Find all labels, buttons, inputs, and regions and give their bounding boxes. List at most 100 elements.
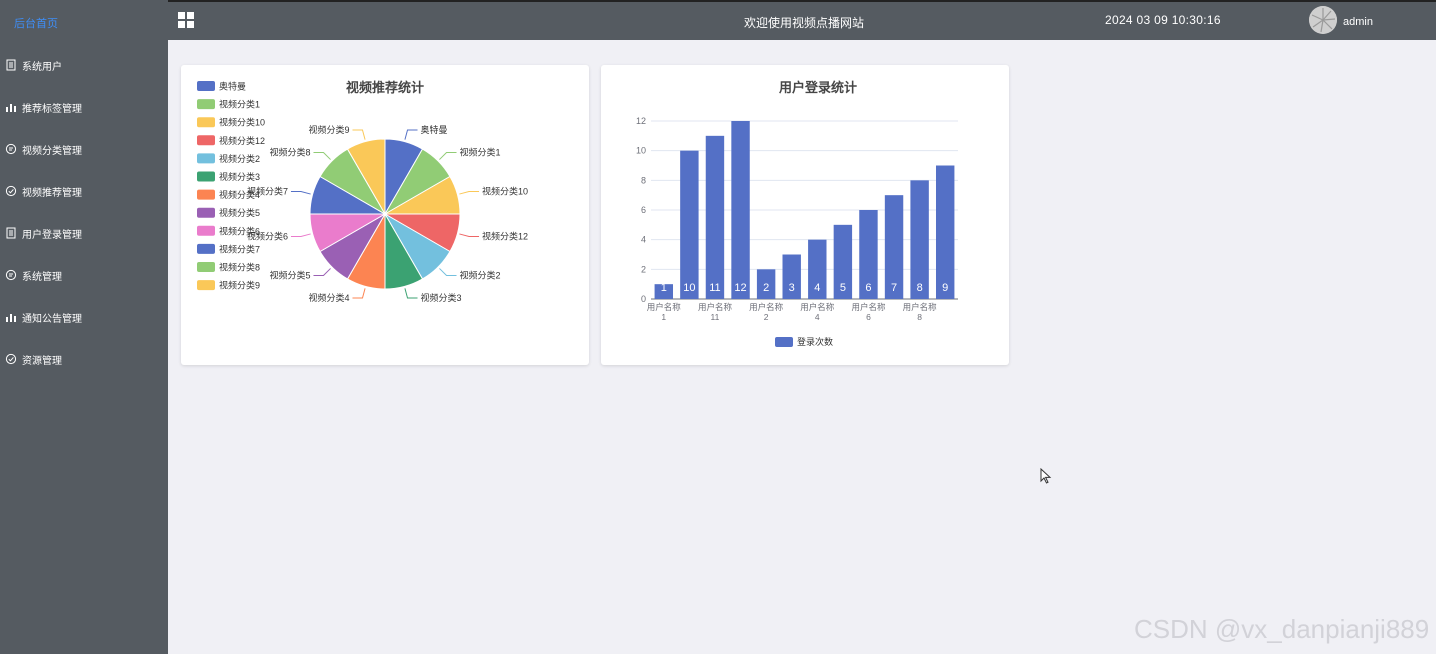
watermark: CSDN @vx_danpianji889: [1134, 614, 1430, 644]
legend-swatch[interactable]: [197, 81, 215, 91]
bar-value-label: 5: [840, 282, 846, 294]
chat-icon: [4, 268, 18, 282]
legend-label[interactable]: 奥特曼: [219, 81, 246, 92]
user-login-chart-card: 用户登录统计 0 2 4 6 8 10 12 1 10 11 12 2 3 4 5 6 7 8 9 用户名称 1 用户名称 1…: [601, 65, 1009, 365]
sidebar-item-4[interactable]: 视频推荐管理: [0, 170, 168, 212]
legend-swatch[interactable]: [197, 225, 215, 236]
y-tick-label: 8: [641, 175, 646, 185]
sidebar-item-label: 推荐标签管理: [22, 103, 82, 115]
x-tick-label: 用户名称: [851, 302, 886, 312]
bar[interactable]: [680, 150, 699, 299]
pie-label-line: [290, 190, 311, 195]
sidebar-menu: 系统用户推荐标签管理 视频分类管理 视频推荐管理用户登录管理系统管理通知公告管理资源…: [0, 44, 168, 380]
x-tick-label: 用户名称: [647, 302, 682, 312]
sidebar-item-3[interactable]: 视频分类管理: [0, 128, 168, 170]
pie-slice-label: 视频分类4: [308, 292, 349, 303]
sidebar-item-1[interactable]: 系统用户: [0, 44, 168, 86]
pie-label-line: [352, 288, 366, 299]
pie-slice-label: 视频分类7: [247, 185, 288, 196]
legend-label[interactable]: 视频分类7: [219, 243, 260, 254]
legend-label[interactable]: 视频分类10: [219, 117, 265, 128]
y-tick-label: 0: [641, 294, 646, 304]
legend-swatch[interactable]: [197, 153, 215, 164]
bar-chart-icon: [4, 310, 18, 324]
avatar[interactable]: [1309, 6, 1337, 34]
legend-label[interactable]: 视频分类9: [219, 280, 260, 291]
pie-label-line: [459, 190, 480, 195]
pie-label-line: [404, 129, 418, 140]
grid-menu-icon[interactable]: [178, 12, 194, 28]
mouse-cursor-icon: [1040, 468, 1052, 484]
pie-chart-title: 视频推荐统计: [346, 80, 424, 95]
bar-chart-title: 用户登录统计: [778, 80, 857, 95]
sidebar-item-label: 系统管理: [22, 271, 62, 283]
check-circle-icon: [4, 184, 18, 198]
pie-label-line: [439, 268, 457, 277]
bar-value-label: 12: [734, 282, 746, 294]
y-tick-label: 2: [641, 264, 646, 274]
pie-slice-label: 视频分类8: [269, 146, 310, 157]
legend-swatch[interactable]: [197, 243, 215, 254]
sidebar-item-5[interactable]: 用户登录管理: [0, 212, 168, 254]
legend-label[interactable]: 视频分类3: [219, 171, 260, 182]
bar-value-label: 2: [763, 282, 769, 294]
sidebar-item-7[interactable]: 通知公告管理: [0, 296, 168, 338]
legend-swatch[interactable]: [197, 99, 215, 110]
pie-slice-label: 视频分类10: [482, 185, 528, 196]
legend-label[interactable]: 视频分类12: [219, 135, 265, 146]
video-recommend-chart-card: 视频推荐统计 奥特曼 视频分类1 视频分类10 视频分类12 视频分类2 视频分类3 视频分类…: [181, 65, 589, 365]
sidebar: 后台首页 系统用户推荐标签管理 视频分类管理 视频推荐管理用户登录管理系统管理通知公…: [0, 0, 168, 654]
sidebar-item-2[interactable]: 推荐标签管理: [0, 86, 168, 128]
legend-label[interactable]: 视频分类1: [219, 99, 260, 110]
bar-chart-icon: [4, 100, 18, 114]
bar-value-label: 1: [661, 282, 667, 294]
x-tick-label-line2: 6: [866, 312, 871, 322]
pie-label-line: [352, 129, 366, 140]
bar[interactable]: [935, 165, 955, 300]
legend-swatch[interactable]: [197, 280, 215, 291]
bar-value-label: 7: [891, 282, 897, 294]
x-tick-label: 用户名称: [800, 302, 835, 312]
pie-label-line: [290, 233, 311, 238]
pie-label-line: [459, 233, 480, 238]
bar-value-label: 6: [865, 282, 871, 294]
bar-value-label: 9: [942, 282, 948, 294]
y-tick-label: 6: [641, 205, 646, 215]
username[interactable]: admin: [1343, 16, 1373, 28]
current-datetime: 2024 03 09 10:30:16: [1105, 13, 1221, 27]
bar-value-label: 8: [917, 282, 923, 294]
bar[interactable]: [705, 135, 725, 299]
bar-legend-label[interactable]: 登录次数: [797, 336, 833, 347]
legend-swatch[interactable]: [197, 207, 215, 218]
legend-label[interactable]: 视频分类2: [219, 153, 260, 164]
pie-slice-label: 视频分类12: [482, 231, 528, 242]
x-tick-label-line2: 4: [815, 312, 820, 322]
sidebar-item-label: 视频推荐管理: [22, 187, 82, 199]
pie-label-line: [313, 151, 331, 160]
legend-label[interactable]: 视频分类8: [219, 262, 260, 273]
sidebar-home-link[interactable]: 后台首页: [14, 15, 58, 31]
pie-slice-label: 奥特曼: [421, 124, 448, 135]
pie-slice-label: 视频分类1: [460, 146, 501, 157]
legend-swatch[interactable]: [197, 262, 215, 272]
x-tick-label-line2: 2: [764, 312, 769, 322]
bar[interactable]: [731, 121, 750, 299]
legend-swatch[interactable]: [197, 135, 215, 146]
pie-label-line: [439, 151, 457, 160]
bar-value-label: 10: [683, 282, 695, 294]
sidebar-item-8[interactable]: 资源管理: [0, 338, 168, 380]
y-tick-label: 10: [636, 146, 646, 156]
legend-swatch[interactable]: [197, 117, 215, 128]
bar-legend-swatch[interactable]: [775, 337, 793, 347]
sidebar-item-label: 系统用户: [22, 61, 62, 73]
sidebar-item-label: 资源管理: [22, 355, 62, 367]
sidebar-item-label: 视频分类管理: [22, 145, 82, 157]
site-title: 欢迎使用视频点播网站: [744, 16, 865, 30]
sidebar-item-6[interactable]: 系统管理: [0, 254, 168, 296]
y-tick-label: 4: [641, 235, 646, 245]
pie-chart: 视频推荐统计奥特曼视频分类1视频分类10视频分类12视频分类2视频分类3视频分类…: [197, 80, 528, 303]
legend-swatch[interactable]: [197, 189, 215, 200]
chat-icon: [4, 142, 18, 156]
legend-label[interactable]: 视频分类5: [219, 207, 260, 218]
legend-swatch[interactable]: [197, 171, 215, 182]
